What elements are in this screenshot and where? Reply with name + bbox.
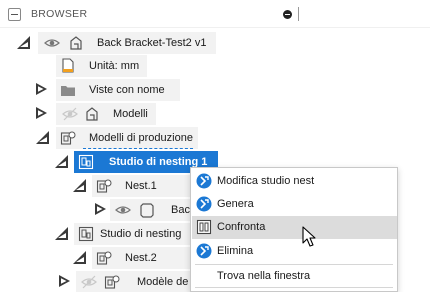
expand-triangle-icon[interactable] [95,203,106,215]
menu-item-label: Genera [217,198,254,210]
expand-triangle-icon[interactable] [36,83,47,95]
eye-icon[interactable] [44,35,60,51]
delete-icon [196,243,212,259]
menu-item-compare[interactable]: Confronta [192,216,397,239]
menu-separator [195,287,393,288]
drop-target-indicator [83,148,193,149]
component-icon [70,36,82,50]
tree-node-production-models[interactable]: Modelli di produzione [0,127,430,149]
tree-node-label: Studio di nesting [100,228,182,240]
tree-node-label: Modelli di produzione [89,132,193,144]
tree-node-label: Nest.2 [125,252,157,264]
panel-title: BROWSER [31,8,88,20]
menu-item-edit-nest-study[interactable]: Modifica studio nest [192,170,397,193]
tree-node-label: Modèle de [137,276,189,288]
tree-node-chip[interactable]: Modèle de [76,271,190,292]
expand-triangle-icon[interactable] [73,251,86,264]
production-model-icon [104,275,120,289]
context-menu: Modifica studio nest Genera Confronta El… [190,167,398,292]
expand-triangle-icon[interactable] [55,155,68,168]
tree-node-chip[interactable]: Unità: mm [56,55,147,77]
tree-node-label: Back Bracket-Test2 v1 [97,37,207,49]
menu-item-label: Confronta [217,221,266,233]
tree-node-chip[interactable]: Nest.2 [92,247,190,269]
generate-icon [196,196,212,212]
tree-node-chip[interactable]: Modelli [56,103,156,125]
tree-node-named-views[interactable]: Viste con nome [0,79,430,101]
tree-node-units[interactable]: Unità: mm [0,55,430,77]
menu-item-delete[interactable]: Elimina [192,240,397,263]
collapse-panel-button[interactable] [8,8,21,21]
tree-node-root[interactable]: Back Bracket-Test2 v1 [0,32,430,54]
expand-triangle-icon[interactable] [36,131,49,144]
panel-options-icon[interactable] [283,10,292,19]
nest-icon [96,179,112,193]
tree-node-chip[interactable]: Bac [110,199,190,221]
menu-item-find-in-window[interactable]: Trova nella finestra [192,265,397,288]
menu-item-label: Elimina [217,245,254,257]
production-model-icon [60,131,76,145]
tree-node-label: Nest.1 [125,180,157,192]
menu-item-label: Trova nella finestra [217,270,311,282]
nest-icon [96,251,112,265]
menu-item-generate[interactable]: Genera [192,193,397,216]
nesting-study-icon [78,154,94,170]
expand-triangle-icon[interactable] [55,227,68,240]
tree-node-chip[interactable]: Back Bracket-Test2 v1 [38,32,216,54]
menu-item-label: Modifica studio nest [217,175,315,187]
eye-hidden-icon[interactable] [62,106,78,122]
panel-divider [298,7,299,21]
expand-triangle-icon[interactable] [73,179,86,192]
tree-node-chip[interactable]: Studio di nesting [74,223,190,245]
document-units-icon [62,58,74,73]
eye-hidden-icon[interactable] [81,274,97,290]
component-icon [86,107,98,121]
tree-node-label: Unità: mm [89,60,140,72]
nesting-study-icon [78,226,94,242]
tree-node-label: Viste con nome [89,84,165,96]
folder-icon [61,86,75,96]
body-icon [140,203,154,218]
mouse-pointer-icon [302,226,316,247]
tree-node-chip[interactable]: Viste con nome [56,79,180,101]
browser-header: BROWSER [0,0,430,28]
tree-node-chip[interactable]: Nest.1 [92,175,190,197]
expand-triangle-icon[interactable] [17,36,30,49]
tree-node-models[interactable]: Modelli [0,103,430,125]
tree-node-label: Modelli [113,108,148,120]
edit-nest-study-icon [196,173,212,189]
eye-icon[interactable] [115,202,131,218]
expand-triangle-icon[interactable] [36,107,47,119]
tree-node-label: Bac [171,204,190,216]
compare-icon [196,219,212,235]
tree-node-chip[interactable]: Modelli di produzione [56,127,198,149]
expand-triangle-icon[interactable] [59,275,70,287]
